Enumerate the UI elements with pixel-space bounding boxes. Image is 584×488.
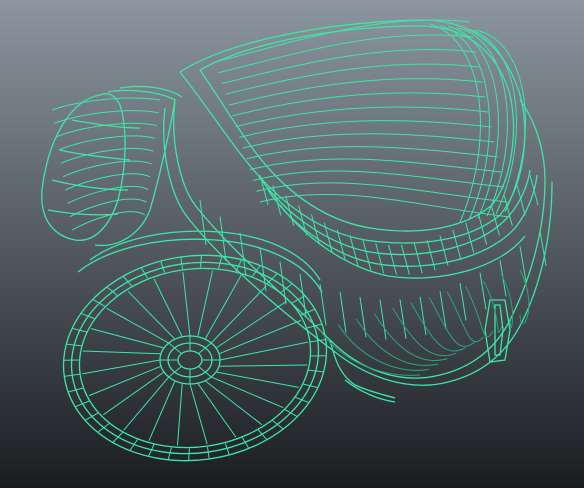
mesh-edge (459, 282, 467, 321)
mesh-edge (295, 396, 310, 404)
vacuum-chassis-base[interactable] (163, 99, 553, 403)
mesh-edge (106, 286, 118, 296)
mesh-edge (80, 312, 95, 320)
mesh-edge (106, 307, 170, 344)
mesh-edges (51, 19, 547, 376)
mesh-edge (388, 244, 398, 275)
mesh-edge (349, 235, 359, 266)
mesh-edge (218, 364, 308, 367)
mesh-edge (197, 382, 237, 438)
mesh-edge (228, 78, 483, 106)
mesh-edge (160, 260, 166, 273)
mesh-edge (51, 97, 161, 111)
maya-viewport[interactable] (0, 0, 584, 488)
mesh-edge (188, 448, 190, 461)
mesh-edge (298, 205, 308, 236)
mesh-edge (112, 432, 123, 443)
mesh-edge (197, 270, 214, 337)
wheel-spokes (63, 255, 327, 461)
mesh-edge (355, 318, 439, 366)
mesh-edge (379, 299, 387, 340)
mesh-edge (204, 275, 242, 340)
mesh-edge (419, 296, 427, 336)
mesh-edge (456, 27, 508, 217)
canister-body-dome[interactable] (179, 19, 538, 279)
mesh-edge (211, 376, 284, 409)
mesh-edge (56, 122, 157, 138)
mesh-edge (259, 247, 267, 292)
mesh-edge (167, 447, 172, 461)
mesh-edge (199, 199, 207, 246)
mesh-edge (54, 110, 159, 124)
mesh-edge (218, 319, 302, 355)
mesh-edge (232, 92, 486, 117)
mesh-edge (91, 328, 165, 349)
mesh-edge (413, 243, 423, 274)
mesh-edge (447, 25, 499, 219)
carry-handle[interactable] (41, 85, 183, 247)
mesh-edge (182, 271, 191, 337)
mesh-edge (200, 255, 202, 268)
mesh-edge (65, 173, 151, 191)
mesh-edge (224, 443, 230, 456)
mesh-edge (82, 350, 162, 355)
mesh-edge (362, 240, 372, 271)
mesh-edge (239, 120, 492, 138)
mesh-edge (180, 256, 183, 270)
mesh-edge (246, 146, 498, 160)
mesh-edge (272, 185, 282, 216)
mesh-edge (74, 400, 90, 408)
rear-wheel[interactable] (50, 230, 340, 477)
mesh-edge (478, 214, 488, 245)
mesh-edge (218, 34, 474, 74)
mesh-edge (218, 255, 223, 269)
mesh-edge (207, 446, 210, 460)
mesh-edge (215, 371, 299, 388)
mesh-edge (319, 283, 327, 326)
mesh-edge (148, 380, 176, 441)
mesh-edge (399, 299, 407, 339)
wireframe-model[interactable] (0, 0, 584, 488)
mesh-edge (339, 291, 347, 333)
mesh-edge (127, 290, 176, 340)
mesh-edge (285, 195, 295, 226)
mesh-edge (153, 278, 183, 338)
mesh-edge (452, 229, 462, 260)
mesh-edge (272, 420, 284, 430)
mesh-edge (58, 135, 156, 151)
mesh-edge (242, 133, 495, 149)
mesh-edge (67, 186, 149, 204)
mesh-edge (279, 261, 287, 305)
mesh-edge (176, 383, 183, 446)
mesh-edge (300, 308, 316, 316)
mesh-edge (479, 272, 487, 310)
mesh-edge (428, 297, 475, 347)
mesh-edge (204, 380, 263, 426)
mesh-edge (84, 412, 99, 421)
mesh-edge (400, 244, 410, 275)
mesh-edge (249, 158, 501, 173)
mesh-edge (375, 243, 385, 274)
mesh-edge (465, 222, 475, 253)
mesh-edge (267, 273, 278, 284)
mesh-edge (219, 341, 308, 361)
